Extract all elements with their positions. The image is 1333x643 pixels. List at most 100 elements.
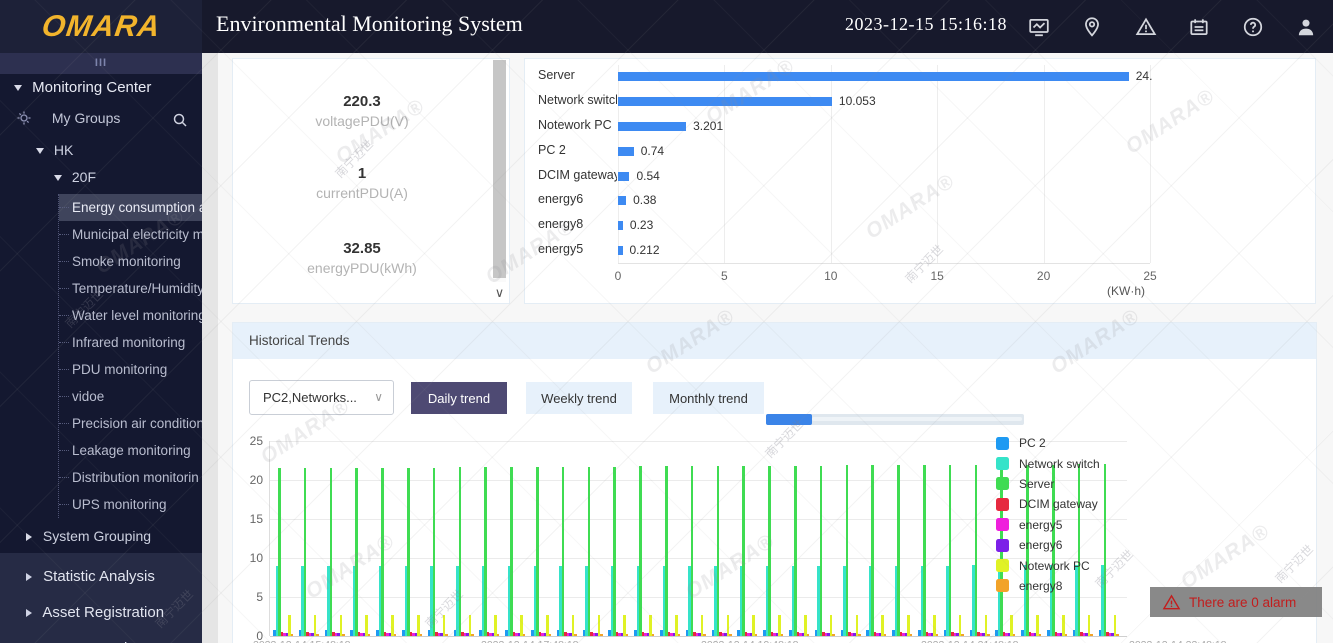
bar <box>858 634 861 636</box>
bar <box>974 465 978 636</box>
x-tick-label: 2023-12-14 17:48:18 <box>481 639 579 643</box>
tree-children-list: Energy consumption a Municipal electricit… <box>58 194 202 518</box>
tree-leaf-item[interactable]: Water level monitoring <box>59 302 202 329</box>
bar <box>703 634 706 636</box>
bar <box>391 614 394 636</box>
trend-button-weekly-trend[interactable]: Weekly trend <box>526 382 632 414</box>
bar <box>393 634 397 636</box>
sidebar-collapse-toggle[interactable]: III <box>0 53 202 74</box>
legend-item-energy6[interactable]: energy6 <box>996 535 1100 555</box>
bar <box>754 634 758 636</box>
x-tick-label: 0 <box>614 269 622 283</box>
legend-item-pc-2[interactable]: PC 2 <box>996 433 1100 453</box>
bar <box>881 614 884 636</box>
tree-leaf-item[interactable]: Energy consumption a <box>59 194 202 221</box>
sidebar-item-my-groups[interactable]: My Groups <box>0 105 202 131</box>
legend-label: energy6 <box>1019 538 1063 553</box>
legend-label: energy5 <box>1019 517 1063 532</box>
bar-value-label: 3.201 <box>693 119 724 133</box>
bar-category-label: energy8 <box>538 217 584 231</box>
bar <box>432 467 436 636</box>
alarm-status-badge[interactable]: There are 0 alarm <box>1150 587 1322 617</box>
tree-leaf-item[interactable]: vidoe <box>59 383 202 410</box>
legend-item-energy5[interactable]: energy5 <box>996 515 1100 535</box>
trend-button-monthly-trend[interactable]: Monthly trend <box>653 382 764 414</box>
legend-item-energy8[interactable]: energy8 <box>996 576 1100 596</box>
sidebar-item-system-grouping[interactable]: System Grouping <box>0 523 202 549</box>
bar <box>961 634 964 636</box>
bar <box>845 465 849 636</box>
bar-value-label: 0.38 <box>633 193 657 207</box>
legend-item-server[interactable]: Server <box>996 474 1100 494</box>
axis-line <box>618 263 1150 264</box>
tree-leaf-item[interactable]: Distribution monitorin <box>59 464 202 491</box>
chevron-down-icon: ∨ <box>374 390 383 404</box>
bar-group <box>376 467 397 636</box>
tree-node-20f[interactable]: 20F <box>0 164 202 190</box>
trend-button-daily-trend[interactable]: Daily trend <box>411 382 507 414</box>
y-tick-label: 5 <box>256 590 263 604</box>
legend-swatch <box>996 436 1009 450</box>
bar <box>339 614 343 636</box>
page-scrollbar-track[interactable] <box>202 53 218 643</box>
device-select-dropdown[interactable]: PC2,Networks... ∨ <box>249 380 394 415</box>
bar <box>618 195 627 205</box>
x-tick-label: 2023-12-14 23:48:18 <box>1129 639 1227 643</box>
tree-leaf-item[interactable]: Municipal electricity m <box>59 221 202 248</box>
bar-group <box>737 465 758 636</box>
calendar-icon[interactable] <box>1187 15 1211 39</box>
kpi-scrollbar[interactable] <box>493 60 506 282</box>
help-icon[interactable] <box>1241 15 1265 39</box>
kpi-scrollbar-thumb[interactable] <box>493 60 506 278</box>
bar-group <box>892 465 913 636</box>
kpi-block: 1 currentPDU(A) <box>233 165 491 201</box>
gridline <box>270 636 1127 637</box>
bar <box>935 634 938 636</box>
bar-group <box>685 465 707 636</box>
tree-leaf-item[interactable]: Leakage monitoring <box>59 437 202 464</box>
alarm-warning-icon[interactable] <box>1134 15 1158 39</box>
datazoom-slider-track[interactable] <box>766 414 1024 425</box>
kpi-scroll-down-button[interactable]: ∨ <box>492 286 507 299</box>
bar <box>1064 634 1067 636</box>
bar <box>496 634 500 636</box>
tree-leaf-item[interactable]: Infrared monitoring <box>59 329 202 356</box>
tree-node-hk[interactable]: HK <box>0 137 202 163</box>
bar <box>571 614 575 636</box>
pdu-kpi-panel: 220.3 voltagePDU(V) 1 currentPDU(A) 32.85 ene… <box>232 58 510 304</box>
tree-leaf-item[interactable]: PDU monitoring <box>59 356 202 383</box>
sidebar-item-statistic-analysis[interactable]: Statistic Analysis <box>0 559 202 595</box>
top-header-bar: OMARA Environmental Monitoring System 20… <box>0 0 1333 53</box>
y-tick-label: 0 <box>256 629 263 643</box>
tree-node-label: 20F <box>71 169 97 185</box>
monitor-chart-icon[interactable] <box>1027 15 1051 39</box>
tree-leaf-item[interactable]: UPS monitoring <box>59 491 202 518</box>
bar <box>897 465 900 636</box>
bar <box>933 614 936 636</box>
bar-category-label: Notework PC <box>538 118 612 132</box>
sidebar-item-asset-registration[interactable]: Asset Registration <box>0 595 202 631</box>
tree-leaf-item[interactable]: Smoke monitoring <box>59 248 202 275</box>
bar-group <box>814 465 836 636</box>
legend-label: PC 2 <box>1019 436 1046 451</box>
datazoom-slider-thumb[interactable] <box>766 414 812 425</box>
sidebar-item-system-settings[interactable]: System Settings <box>0 631 202 643</box>
x-tick-label: 2023-12-14 21:48:18 <box>921 639 1019 643</box>
bar <box>471 634 474 636</box>
x-tick-label: 15 <box>930 269 944 283</box>
location-icon[interactable] <box>1080 15 1104 39</box>
tree-leaf-item[interactable]: Precision air condition <box>59 410 202 437</box>
bar-value-label: 0.54 <box>636 169 660 183</box>
kpi-block: 220.3 voltagePDU(V) <box>233 93 491 129</box>
bar <box>618 245 623 255</box>
bar <box>381 467 384 636</box>
sidebar-item-monitoring-center[interactable]: Monitoring Center <box>0 75 202 101</box>
tree-leaf-item[interactable]: Temperature/Humidity <box>59 275 202 302</box>
user-icon[interactable] <box>1294 15 1318 39</box>
legend-item-dcim-gateway[interactable]: DCIM gateway <box>996 494 1100 514</box>
bar-group <box>634 465 655 636</box>
bar-group <box>324 467 346 636</box>
legend-item-notework-pc[interactable]: Notework PC <box>996 555 1100 575</box>
legend-item-network-switch[interactable]: Network switch <box>996 453 1100 473</box>
search-icon[interactable] <box>172 110 188 131</box>
